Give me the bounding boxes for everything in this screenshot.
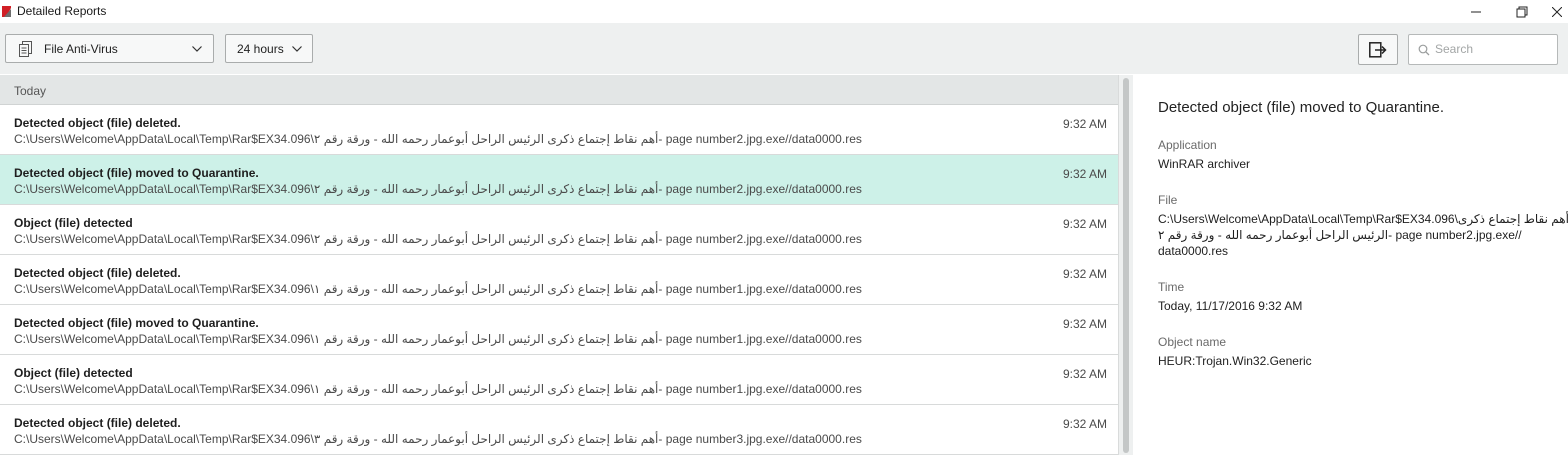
event-title: Detected object (file) deleted. (14, 266, 181, 280)
event-row[interactable]: Detected object (file) deleted. C:\Users… (0, 255, 1118, 305)
period-dropdown[interactable]: 24 hours (225, 34, 313, 63)
time-label: Time (1158, 280, 1185, 294)
title-bar: Detailed Reports (0, 0, 1568, 23)
event-title: Detected object (file) moved to Quaranti… (14, 316, 259, 330)
report-document-icon (19, 41, 32, 57)
chevron-down-icon (292, 46, 302, 52)
event-row[interactable]: Detected object (file) deleted. C:\Users… (0, 105, 1118, 155)
file-label: File (1158, 193, 1178, 207)
file-path-line: C:\Users\Welcome\AppData\Local\Temp\Rar$… (1158, 212, 1568, 226)
time-value: Today, 11/17/2016 9:32 AM (1158, 299, 1303, 313)
minimize-icon (1471, 11, 1481, 12)
details-pane: Detected object (file) moved to Quaranti… (1134, 75, 1568, 455)
group-header-today: Today (0, 75, 1118, 105)
group-label: Today (14, 84, 47, 98)
object-name-value: HEUR:Trojan.Win32.Generic (1158, 354, 1312, 368)
application-label: Application (1158, 138, 1217, 152)
component-dropdown[interactable]: File Anti-Virus (5, 34, 214, 63)
event-title: Detected object (file) deleted. (14, 116, 181, 130)
event-title: Detected object (file) moved to Quaranti… (14, 166, 259, 180)
event-title: Object (file) detected (14, 216, 133, 230)
search-icon (1418, 44, 1430, 56)
event-time: 9:32 AM (1062, 267, 1107, 281)
kaspersky-logo-icon (2, 6, 11, 17)
toolbar: File Anti-Virus 24 hours (0, 23, 1568, 74)
event-time: 9:32 AM (1062, 367, 1107, 381)
scrollbar-thumb[interactable] (1123, 78, 1129, 453)
minimize-button[interactable] (1453, 0, 1499, 23)
object-name-label: Object name (1158, 335, 1227, 349)
event-list: Today Detected object (file) deleted. C:… (0, 75, 1118, 455)
event-row[interactable]: Detected object (file) moved to Quaranti… (0, 305, 1118, 355)
event-path: C:\Users\Welcome\AppData\Local\Temp\Rar$… (14, 282, 862, 296)
event-title: Detected object (file) deleted. (14, 416, 181, 430)
search-box[interactable] (1408, 34, 1558, 65)
event-path: C:\Users\Welcome\AppData\Local\Temp\Rar$… (14, 232, 862, 246)
event-path: C:\Users\Welcome\AppData\Local\Temp\Rar$… (14, 182, 862, 196)
event-row[interactable]: Object (file) detected C:\Users\Welcome\… (0, 205, 1118, 255)
event-path: C:\Users\Welcome\AppData\Local\Temp\Rar$… (14, 382, 862, 396)
event-time: 9:32 AM (1062, 117, 1107, 131)
restore-icon (1516, 6, 1528, 17)
export-button[interactable] (1358, 34, 1398, 65)
file-path-line: الرئيس الراحل أبوعمار رحمه الله - ورقة ر… (1158, 228, 1522, 242)
event-row-selected[interactable]: Detected object (file) moved to Quaranti… (0, 155, 1118, 205)
close-button[interactable] (1545, 0, 1568, 23)
component-dropdown-value: File Anti-Virus (44, 42, 118, 56)
event-path: C:\Users\Welcome\AppData\Local\Temp\Rar$… (14, 332, 862, 346)
event-time: 9:32 AM (1062, 217, 1107, 231)
chevron-down-icon (192, 46, 202, 52)
details-heading: Detected object (file) moved to Quaranti… (1158, 99, 1444, 116)
event-row[interactable]: Detected object (file) deleted. C:\Users… (0, 405, 1118, 455)
list-scrollbar[interactable] (1118, 75, 1133, 455)
close-icon (1551, 6, 1562, 17)
event-path: C:\Users\Welcome\AppData\Local\Temp\Rar$… (14, 432, 862, 446)
application-value: WinRAR archiver (1158, 157, 1251, 171)
event-time: 9:32 AM (1062, 167, 1107, 181)
event-row[interactable]: Object (file) detected C:\Users\Welcome\… (0, 355, 1118, 405)
file-path-line: data0000.res (1158, 244, 1229, 258)
event-time: 9:32 AM (1062, 317, 1107, 331)
export-icon (1369, 42, 1387, 58)
event-time: 9:32 AM (1062, 417, 1107, 431)
event-title: Object (file) detected (14, 366, 133, 380)
restore-button[interactable] (1499, 0, 1545, 23)
period-dropdown-value: 24 hours (237, 42, 284, 56)
window-title: Detailed Reports (17, 4, 107, 18)
event-path: C:\Users\Welcome\AppData\Local\Temp\Rar$… (14, 132, 862, 146)
search-input[interactable] (1435, 40, 1553, 58)
